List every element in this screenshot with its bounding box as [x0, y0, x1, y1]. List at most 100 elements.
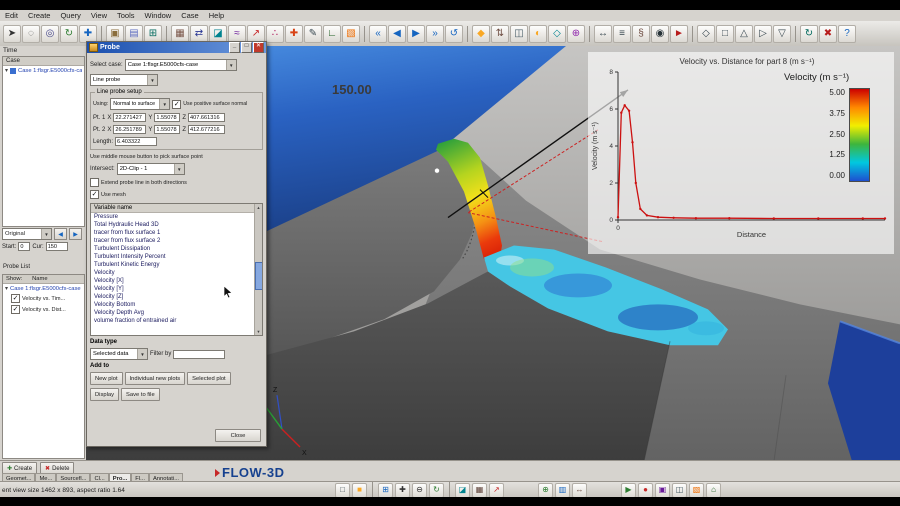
length-input[interactable]: [115, 137, 158, 146]
wireframe-view-icon[interactable]: □: [335, 482, 350, 497]
movie-icon[interactable]: ►: [670, 24, 688, 43]
probe-display-icon[interactable]: ⊕: [538, 482, 553, 497]
variable-item[interactable]: volume fraction of entrained air: [91, 317, 262, 325]
side-view-icon[interactable]: ▷: [754, 24, 772, 43]
next-frame-button[interactable]: [69, 228, 82, 240]
probe-dialog-titlebar[interactable]: Probe _ □ ✕: [87, 42, 266, 53]
scroll-down-icon[interactable]: [255, 328, 262, 335]
isosurface-icon[interactable]: ≈: [228, 24, 246, 43]
variable-item[interactable]: tracer from flux surface 1: [91, 229, 262, 237]
clip-plane-icon[interactable]: ◪: [209, 24, 227, 43]
fit-view-icon[interactable]: ⊞: [378, 482, 393, 497]
probe-tool-icon[interactable]: ✚: [285, 24, 303, 43]
variable-item[interactable]: Velocity: [91, 269, 262, 277]
copy-icon[interactable]: ⊞: [144, 24, 162, 43]
palette-icon[interactable]: ▧: [342, 24, 360, 43]
pt1-x-input[interactable]: [113, 113, 147, 122]
menu-create[interactable]: Create: [28, 11, 51, 20]
pt1-z-input[interactable]: [188, 113, 226, 122]
play-icon[interactable]: ▶: [407, 24, 425, 43]
variable-item[interactable]: Turbulent Dissipation: [91, 245, 262, 253]
play-animation-icon[interactable]: ▶: [621, 482, 636, 497]
positive-normal-checkbox[interactable]: [172, 99, 182, 109]
probe-dialog[interactable]: Probe _ □ ✕ Select case: Case 1:flsgr.E500…: [86, 41, 267, 447]
menu-tools[interactable]: Tools: [117, 11, 135, 20]
save-image-icon[interactable]: ▣: [106, 24, 124, 43]
filter-input[interactable]: [173, 349, 226, 359]
particle-trace-icon[interactable]: ∴: [266, 24, 284, 43]
annotation-icon[interactable]: ✎: [304, 24, 322, 43]
shading-icon[interactable]: ◐: [529, 24, 547, 43]
display-button[interactable]: Display: [90, 388, 120, 401]
maximize-button[interactable]: □: [241, 42, 252, 53]
expander-icon[interactable]: [5, 67, 8, 74]
print-icon[interactable]: ▤: [125, 24, 143, 43]
menu-query[interactable]: Query: [60, 11, 80, 20]
case-link-icon[interactable]: ⇄: [190, 24, 208, 43]
axis-visibility-icon[interactable]: ⊕: [567, 24, 585, 43]
record-icon[interactable]: ●: [638, 482, 653, 497]
pt1-y-input[interactable]: [154, 113, 181, 122]
loop-icon[interactable]: ↺: [445, 24, 463, 43]
variable-item[interactable]: tracer from flux surface 2: [91, 237, 262, 245]
close-window-button[interactable]: ✕: [253, 42, 264, 53]
zoom-tool-icon[interactable]: ◎: [41, 24, 59, 43]
menu-window[interactable]: Window: [145, 11, 172, 20]
menu-view[interactable]: View: [91, 11, 107, 20]
viewport-layout-icon[interactable]: ◫: [510, 24, 528, 43]
pt2-x-input[interactable]: [113, 125, 147, 134]
current-time-input[interactable]: [45, 242, 68, 251]
lasso-select-icon[interactable]: ◌: [22, 24, 40, 43]
palette-edit-icon[interactable]: ▧: [689, 482, 704, 497]
vector-toggle-icon[interactable]: ↗: [489, 482, 504, 497]
camera-icon[interactable]: ◉: [651, 24, 669, 43]
home-view-icon[interactable]: ⌂: [706, 482, 721, 497]
variable-item[interactable]: Total Hydraulic Head 3D: [91, 221, 262, 229]
extend-probe-checkbox[interactable]: [90, 178, 99, 187]
timebar-icon[interactable]: ↔: [572, 482, 587, 497]
perspective-icon[interactable]: ◇: [548, 24, 566, 43]
scroll-up-icon[interactable]: [255, 204, 262, 211]
pt2-y-input[interactable]: [154, 125, 181, 134]
mesh-toggle-icon[interactable]: ▦: [472, 482, 487, 497]
minimize-button[interactable]: _: [229, 42, 240, 53]
variable-item[interactable]: Pressure: [91, 213, 262, 221]
case-select[interactable]: Case 1:flsgr.E5000cfs-case: [124, 59, 237, 71]
variable-item[interactable]: Velocity [X]: [91, 277, 262, 285]
variable-item[interactable]: Turbulent Kinetic Energy: [91, 261, 262, 269]
zoom-in-icon[interactable]: ✚: [395, 482, 410, 497]
probe-list-item[interactable]: Velocity vs. Dist...: [3, 304, 84, 315]
layout-icon[interactable]: ◫: [672, 482, 687, 497]
probe-pick-point[interactable]: [434, 168, 440, 174]
first-frame-icon[interactable]: «: [369, 24, 387, 43]
step-forward-icon[interactable]: »: [426, 24, 444, 43]
zoom-out-icon[interactable]: ⊖: [412, 482, 427, 497]
legend-toggle-icon[interactable]: ▥: [555, 482, 570, 497]
variable-item[interactable]: Turbulent Intensity Percent: [91, 253, 262, 261]
menu-edit[interactable]: Edit: [5, 11, 18, 20]
menu-case[interactable]: Case: [181, 11, 199, 20]
flipbook-icon[interactable]: ⇅: [491, 24, 509, 43]
case-tree-item[interactable]: Case 1:flsgr.E5000cfs-case: [3, 66, 84, 75]
variable-item[interactable]: Velocity Depth Avg: [91, 309, 262, 317]
delete-part-icon[interactable]: ✖: [819, 24, 837, 43]
refresh-icon[interactable]: ↻: [800, 24, 818, 43]
top-view-icon[interactable]: △: [735, 24, 753, 43]
data-type-select[interactable]: Selected data: [90, 348, 148, 360]
new-plot-button[interactable]: New plot: [90, 372, 123, 385]
rotate-view-icon[interactable]: ↻: [429, 482, 444, 497]
probe-item-checkbox[interactable]: [11, 305, 20, 314]
shaded-view-icon[interactable]: ■: [352, 482, 367, 497]
select-tool-icon[interactable]: ➤: [3, 24, 21, 43]
individual-new-plots-button[interactable]: Individual new plots: [124, 372, 186, 385]
frame-mode-select[interactable]: Original: [2, 228, 52, 240]
macros-icon[interactable]: §: [632, 24, 650, 43]
vector-arrows-icon[interactable]: ↗: [247, 24, 265, 43]
probe-item-checkbox[interactable]: [11, 294, 20, 303]
variable-item[interactable]: Velocity [Y]: [91, 285, 262, 293]
previous-frame-button[interactable]: [54, 228, 67, 240]
time-tab-label[interactable]: Time: [3, 47, 17, 54]
scrollbar-thumb[interactable]: [255, 261, 262, 290]
pt2-z-input[interactable]: [188, 125, 226, 134]
intersect-select[interactable]: 2D-Clip - 1: [116, 163, 185, 175]
